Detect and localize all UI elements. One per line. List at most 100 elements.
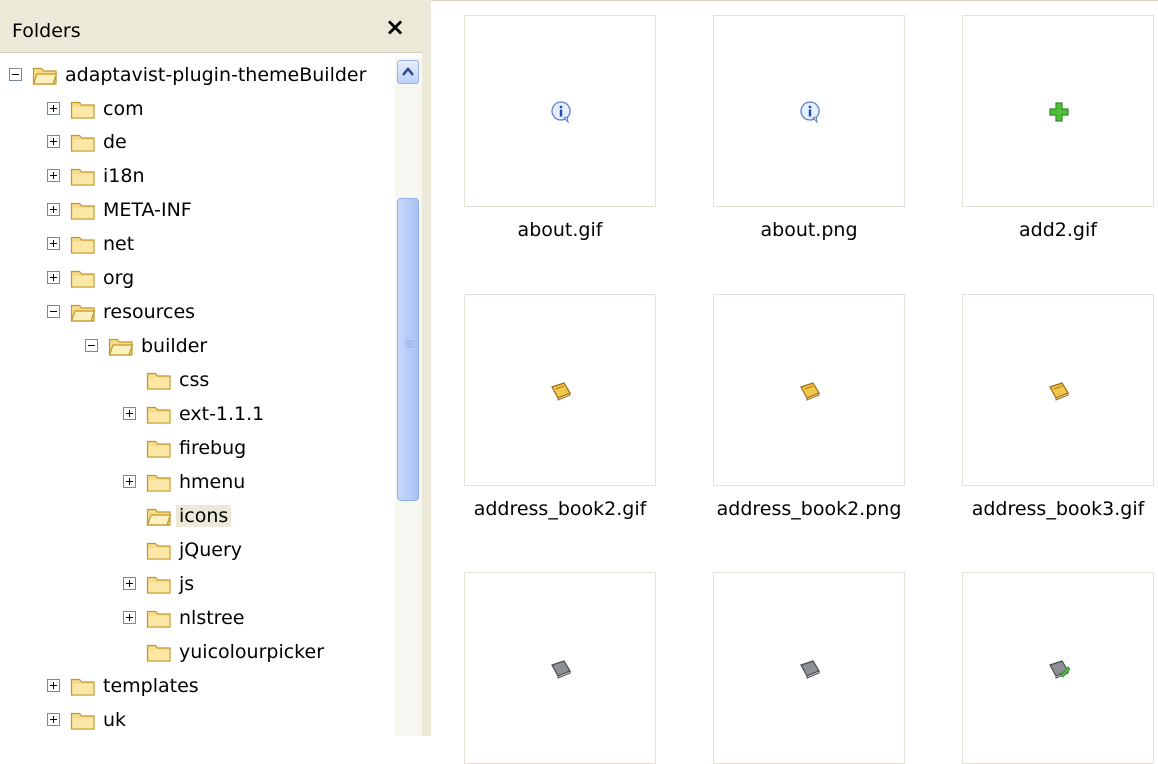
tree-item-label: jQuery xyxy=(179,539,243,561)
tree-item-adaptavist-plugin-themebuilder[interactable]: adaptavist-plugin-themeBuilder xyxy=(0,58,395,92)
grip-icon xyxy=(405,340,413,348)
folders-header: Folders × xyxy=(0,0,422,53)
folder-tree: adaptavist-plugin-themeBuilder com de i1… xyxy=(0,58,395,736)
folder-open-icon xyxy=(32,64,58,86)
folder-icon xyxy=(70,233,96,255)
grey-book-icon xyxy=(798,657,822,681)
folders-title: Folders xyxy=(12,20,81,42)
thumbnail-caption[interactable]: address_book2.gif xyxy=(445,498,675,520)
tree-item-firebug[interactable]: firebug xyxy=(0,431,395,465)
expand-icon[interactable] xyxy=(47,102,60,115)
tree-item-hmenu[interactable]: hmenu xyxy=(0,465,395,499)
address-book-icon xyxy=(1047,379,1071,403)
expand-icon[interactable] xyxy=(47,713,60,726)
thumbnail-caption[interactable]: add2.gif xyxy=(943,219,1158,241)
tree-item-nlstree[interactable]: nlstree xyxy=(0,601,395,635)
tree-item-builder[interactable]: builder xyxy=(0,329,395,363)
expand-icon[interactable] xyxy=(47,237,60,250)
thumbnail-caption[interactable]: about.png xyxy=(694,219,924,241)
folder-icon xyxy=(146,607,172,629)
folder-icon xyxy=(70,199,96,221)
folder-icon xyxy=(70,131,96,153)
thumbnail-address-book2-gif[interactable] xyxy=(464,294,656,486)
expand-icon[interactable] xyxy=(47,679,60,692)
tree-item-net[interactable]: net xyxy=(0,227,395,261)
thumbnail-add2-gif[interactable] xyxy=(962,15,1154,207)
folders-pane: Folders × adaptavist-plugin-themeBuilder… xyxy=(0,0,422,736)
tree-item-label: META-INF xyxy=(103,199,192,221)
grey-book-edit-icon xyxy=(1047,657,1071,681)
tree-item-label: resources xyxy=(103,301,196,323)
green-plus-icon xyxy=(1047,100,1071,124)
thumbnail-address-book2-png[interactable] xyxy=(713,294,905,486)
thumbnail-about-gif[interactable] xyxy=(464,15,656,207)
scroll-up-button[interactable] xyxy=(397,60,419,84)
expand-icon[interactable] xyxy=(47,135,60,148)
tree-item-de[interactable]: de xyxy=(0,125,395,159)
pane-splitter[interactable] xyxy=(422,0,431,736)
tree-item-label: icons xyxy=(176,505,232,527)
tree-item-templates[interactable]: templates xyxy=(0,669,395,703)
folder-icon xyxy=(70,709,96,731)
thumbnail-item[interactable] xyxy=(713,572,905,764)
address-book-icon xyxy=(549,379,573,403)
info-icon xyxy=(798,100,822,124)
vertical-scrollbar[interactable] xyxy=(395,58,422,736)
collapse-icon[interactable] xyxy=(47,305,60,318)
scroll-thumb[interactable] xyxy=(397,198,419,501)
expand-icon[interactable] xyxy=(123,611,136,624)
tree-item-label: uk xyxy=(103,709,127,731)
thumbnail-about-png[interactable] xyxy=(713,15,905,207)
expand-icon[interactable] xyxy=(47,203,60,216)
tree-item-label: css xyxy=(179,369,210,391)
tree-item-icons[interactable]: icons xyxy=(0,499,395,533)
tree-item-resources[interactable]: resources xyxy=(0,295,395,329)
thumbnail-item[interactable] xyxy=(962,572,1154,764)
tree-item-label: de xyxy=(103,131,127,153)
tree-item-jquery[interactable]: jQuery xyxy=(0,533,395,567)
expand-icon[interactable] xyxy=(123,577,136,590)
info-icon xyxy=(549,100,573,124)
tree-item-yuicolourpicker[interactable]: yuicolourpicker xyxy=(0,635,395,669)
collapse-icon[interactable] xyxy=(85,339,98,352)
tree-item-label: org xyxy=(103,267,135,289)
thumbnail-address-book3-gif[interactable] xyxy=(962,294,1154,486)
folder-icon xyxy=(146,641,172,663)
tree-item-label: yuicolourpicker xyxy=(179,641,325,663)
thumbnail-item[interactable] xyxy=(464,572,656,764)
tree-item-label: js xyxy=(179,573,195,595)
folder-icon xyxy=(146,573,172,595)
tree-item-label: nlstree xyxy=(179,607,245,629)
tree-item-meta-inf[interactable]: META-INF xyxy=(0,193,395,227)
tree-item-label: firebug xyxy=(179,437,247,459)
expand-icon[interactable] xyxy=(123,475,136,488)
tree-item-label: ext-1.1.1 xyxy=(179,403,265,425)
tree-item-js[interactable]: js xyxy=(0,567,395,601)
thumbnail-caption[interactable]: address_book2.png xyxy=(694,498,924,520)
tree-item-css[interactable]: css xyxy=(0,363,395,397)
tree-item-label: i18n xyxy=(103,165,145,187)
folder-icon xyxy=(146,369,172,391)
expand-icon[interactable] xyxy=(47,169,60,182)
grey-book-icon xyxy=(549,657,573,681)
folder-open-icon xyxy=(108,335,134,357)
tree-item-ext-1-1-1[interactable]: ext-1.1.1 xyxy=(0,397,395,431)
thumbnail-caption[interactable]: about.gif xyxy=(445,219,675,241)
tree-item-uk[interactable]: uk xyxy=(0,703,395,736)
folder-icon xyxy=(146,539,172,561)
expand-icon[interactable] xyxy=(47,271,60,284)
folder-icon xyxy=(70,267,96,289)
collapse-icon[interactable] xyxy=(9,68,22,81)
tree-item-label: hmenu xyxy=(179,471,246,493)
folder-icon xyxy=(146,471,172,493)
tree-item-label: net xyxy=(103,233,135,255)
folder-icon xyxy=(70,98,96,120)
expand-icon[interactable] xyxy=(123,407,136,420)
tree-item-i18n[interactable]: i18n xyxy=(0,159,395,193)
tree-item-org[interactable]: org xyxy=(0,261,395,295)
thumbnail-caption[interactable]: address_book3.gif xyxy=(943,498,1158,520)
close-button[interactable]: × xyxy=(382,14,408,40)
thumbnail-view: about.gif about.png add2.gif address_boo… xyxy=(431,0,1158,764)
folder-icon xyxy=(70,165,96,187)
tree-item-com[interactable]: com xyxy=(0,92,395,126)
